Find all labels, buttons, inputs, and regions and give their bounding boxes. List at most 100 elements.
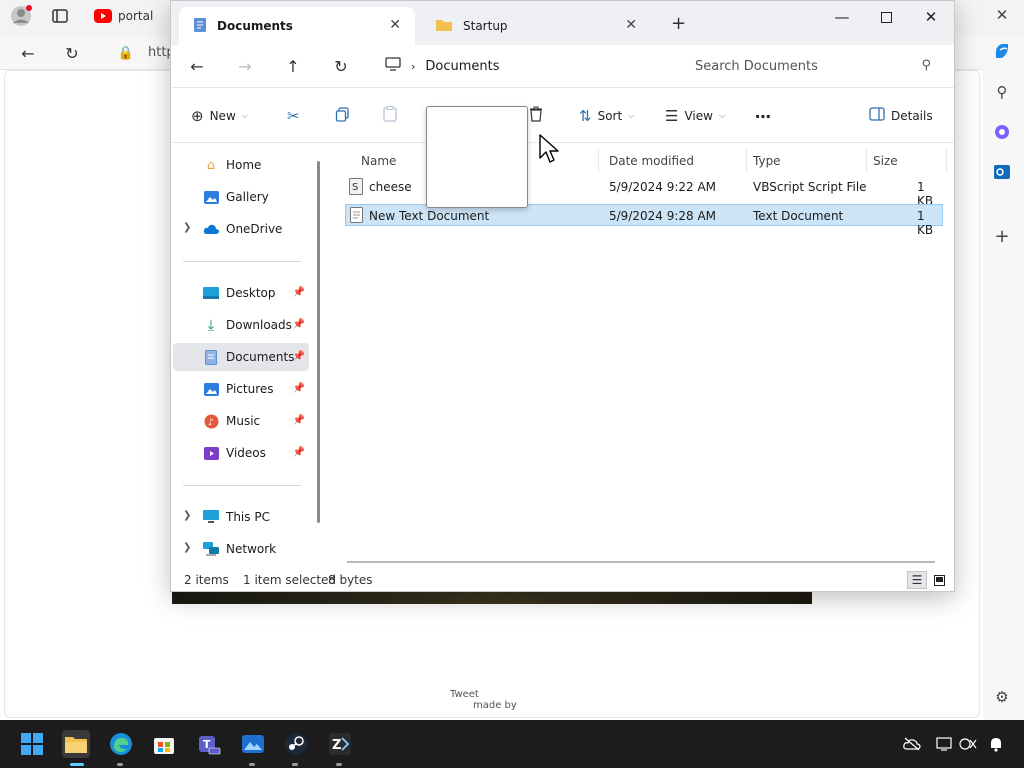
- command-bar: ⊕ New ⌵ ✂ ⇅ Sort ⌵ ☰ View ⌵ ⋯ Details: [171, 87, 954, 143]
- drag-preview: [426, 106, 528, 208]
- details-button[interactable]: Details: [869, 104, 933, 128]
- running-indicator: [117, 763, 123, 766]
- sidebar-item-pictures[interactable]: Pictures 📌: [173, 375, 309, 403]
- copilot-icon[interactable]: [991, 40, 1013, 62]
- scissors-icon: ✂: [287, 107, 300, 125]
- svg-text:Z: Z: [332, 738, 341, 753]
- file-list: Name Date modified Type Size S cheese 5/…: [327, 143, 954, 569]
- cut-button[interactable]: ✂: [287, 104, 300, 128]
- document-icon: [203, 349, 219, 365]
- navigation-pane: ⌂ Home Gallery ❯ OneDrive Desktop 📌 ⤓ Do…: [171, 143, 321, 569]
- tweet-link[interactable]: Tweet: [450, 689, 479, 700]
- download-icon: ⤓: [207, 316, 215, 334]
- delete-button[interactable]: [529, 104, 543, 128]
- terminal-app-icon[interactable]: Z: [326, 730, 354, 758]
- divider: [183, 485, 301, 486]
- photos-icon[interactable]: [239, 730, 267, 758]
- sidebar-item-onedrive[interactable]: ❯ OneDrive: [173, 215, 309, 243]
- copy-button[interactable]: [335, 104, 350, 128]
- notifications-icon[interactable]: [986, 734, 1006, 754]
- clipboard-icon: [383, 106, 397, 126]
- file-explorer-icon[interactable]: [62, 730, 90, 758]
- search-icon[interactable]: ⚲: [991, 81, 1013, 103]
- page-image-strip: [172, 590, 812, 604]
- computer-icon: [203, 509, 219, 525]
- edge-icon[interactable]: [107, 730, 135, 758]
- minimize-icon[interactable]: —: [819, 5, 865, 29]
- browser-refresh-icon[interactable]: ↻: [58, 40, 86, 66]
- sidebar-item-documents[interactable]: Documents 📌: [173, 343, 309, 371]
- network-icon: [203, 541, 219, 557]
- search-input[interactable]: Search Documents ⚲: [683, 53, 943, 79]
- copy-icon: [335, 106, 350, 126]
- sidebar-item-this-pc[interactable]: ❯ This PC: [173, 503, 309, 531]
- column-header-size[interactable]: Size: [867, 149, 947, 173]
- sidebar-item-gallery[interactable]: Gallery: [173, 183, 309, 211]
- chevron-down-icon: ⌵: [718, 111, 726, 120]
- pin-icon: 📌: [292, 319, 305, 330]
- chevron-right-icon[interactable]: ❯: [183, 222, 191, 233]
- chevron-right-icon[interactable]: ›: [411, 60, 415, 73]
- chevron-right-icon[interactable]: ❯: [183, 510, 191, 521]
- browser-tab-portal[interactable]: portal: [94, 4, 153, 28]
- sort-button[interactable]: ⇅ Sort ⌵: [579, 104, 634, 128]
- settings-icon[interactable]: ⚙: [991, 686, 1013, 708]
- item-count: 2 items: [184, 573, 229, 587]
- sidebar-item-downloads[interactable]: ⤓ Downloads 📌: [173, 311, 309, 339]
- sidebar-scrollbar[interactable]: [317, 161, 320, 523]
- more-options-icon[interactable]: ⋯: [755, 104, 771, 128]
- tab-startup[interactable]: Startup ✕: [421, 7, 651, 45]
- tab-label: Documents: [217, 19, 293, 33]
- close-tab-icon[interactable]: ✕: [389, 17, 401, 33]
- file-type: VBScript Script File: [753, 180, 867, 194]
- add-icon[interactable]: +: [991, 225, 1013, 247]
- sidebar-item-desktop[interactable]: Desktop 📌: [173, 279, 309, 307]
- start-icon[interactable]: [18, 730, 46, 758]
- sidebar-item-label: Home: [226, 158, 262, 172]
- divider: [183, 261, 301, 262]
- view-button[interactable]: ☰ View ⌵: [665, 104, 725, 128]
- sidebar-item-network[interactable]: ❯ Network: [173, 535, 309, 563]
- browser-tab-actions-icon[interactable]: [52, 4, 68, 28]
- tab-documents[interactable]: Documents ✕: [179, 7, 415, 45]
- details-view-icon[interactable]: ☰: [907, 571, 927, 589]
- outlook-icon[interactable]: [991, 161, 1013, 183]
- browser-close-icon[interactable]: ✕: [991, 4, 1013, 26]
- up-icon[interactable]: ↑: [279, 53, 307, 79]
- pin-icon: 📌: [292, 287, 305, 298]
- forward-icon[interactable]: →: [231, 53, 259, 79]
- paste-button[interactable]: [383, 104, 397, 128]
- close-window-icon[interactable]: ✕: [908, 5, 954, 29]
- store-icon[interactable]: [150, 730, 178, 758]
- address-bar[interactable]: › Documents: [379, 53, 669, 79]
- sidebar-item-videos[interactable]: Videos 📌: [173, 439, 309, 467]
- made-by-text: made by: [473, 700, 517, 711]
- no-network-icon[interactable]: [958, 734, 978, 754]
- sidebar-item-music[interactable]: ♪ Music 📌: [173, 407, 309, 435]
- tiles-view-icon[interactable]: [929, 571, 949, 589]
- new-tab-icon[interactable]: +: [671, 13, 686, 34]
- chevron-right-icon[interactable]: ❯: [183, 542, 191, 553]
- view-label: View: [684, 109, 713, 123]
- column-header-type[interactable]: Type: [747, 149, 867, 173]
- close-tab-icon[interactable]: ✕: [625, 17, 637, 33]
- new-button[interactable]: ⊕ New ⌵: [191, 104, 248, 128]
- back-icon[interactable]: ←: [183, 53, 211, 79]
- browser-back-icon[interactable]: ←: [14, 40, 42, 66]
- mouse-cursor-icon: [539, 134, 559, 163]
- desktop-icon: [203, 285, 219, 301]
- sidebar-item-home[interactable]: ⌂ Home: [173, 151, 309, 179]
- breadcrumb[interactable]: Documents: [425, 59, 499, 74]
- refresh-icon[interactable]: ↻: [327, 53, 355, 79]
- steam-icon[interactable]: [282, 730, 310, 758]
- collections-icon[interactable]: [991, 121, 1013, 143]
- teams-icon[interactable]: T: [195, 730, 223, 758]
- column-header-date[interactable]: Date modified: [603, 149, 747, 173]
- file-type: Text Document: [753, 209, 844, 223]
- maximize-icon[interactable]: [863, 5, 909, 29]
- sidebar-item-label: Videos: [226, 446, 266, 460]
- browser-profile-icon[interactable]: [10, 4, 32, 28]
- display-icon[interactable]: [934, 734, 954, 754]
- horizontal-scrollbar[interactable]: [347, 561, 935, 563]
- onedrive-tray-icon[interactable]: [902, 734, 922, 754]
